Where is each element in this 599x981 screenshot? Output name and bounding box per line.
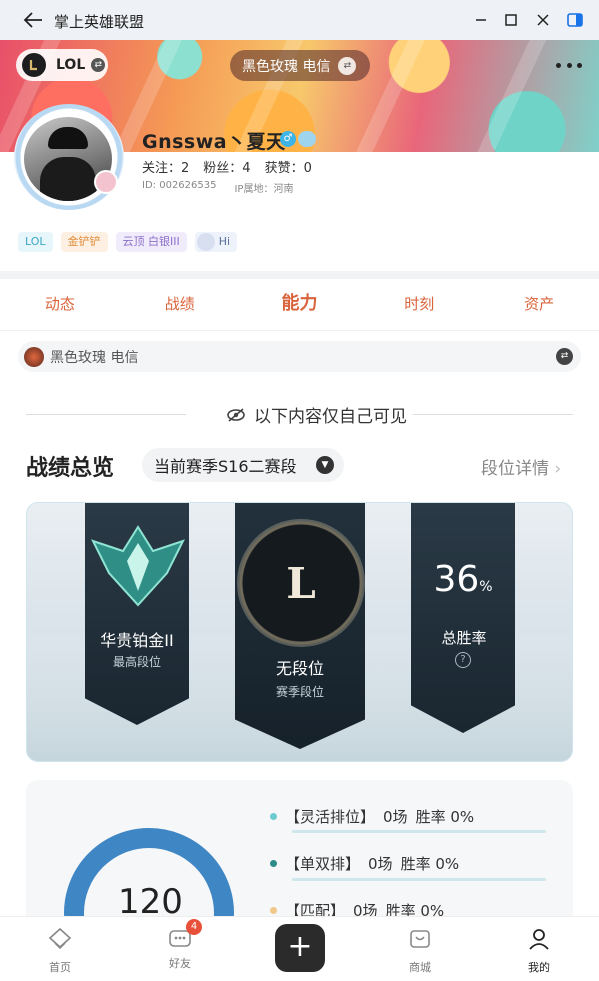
sidebar-toggle-icon[interactable]	[565, 10, 585, 30]
swap-icon: ⇄	[556, 348, 573, 365]
platinum-rank-emblem-icon	[91, 525, 185, 607]
highest-rank-label: 最高段位	[112, 655, 161, 669]
rank-detail-link[interactable]: 段位详情 ›	[481, 454, 561, 479]
highest-rank-name: 华贵铂金II	[100, 631, 174, 650]
winrate-label: 总胜率	[441, 629, 487, 647]
mode-bar	[292, 830, 546, 833]
tab-dynamic[interactable]: 动态	[0, 279, 120, 330]
mode-bar	[292, 878, 546, 881]
likes-count: 获赞：0	[264, 161, 312, 176]
mode-games: 0场	[368, 855, 393, 873]
swap-icon: ⇄	[338, 56, 357, 75]
mode-winrate: 胜率 0%	[415, 808, 475, 826]
season-selector[interactable]: 当前赛季S16二赛段 ▼	[142, 448, 344, 482]
minimize-icon[interactable]	[471, 10, 491, 30]
section-divider	[0, 271, 599, 279]
server-selector-label: 黑色玫瑰 电信	[50, 349, 139, 366]
mode-row-flex: 【灵活排位】 0场 胜率 0%	[270, 806, 474, 827]
season-rank-name: 无段位	[275, 659, 324, 678]
vip-badge-icon	[298, 131, 316, 147]
avatar-badge-icon	[94, 170, 118, 194]
tab-moments[interactable]: 时刻	[359, 279, 479, 330]
winrate-value: 36%	[433, 559, 493, 600]
create-post-button[interactable]: +	[275, 924, 325, 972]
home-icon	[48, 927, 72, 950]
game-label: LOL	[56, 57, 86, 73]
more-options-icon[interactable]	[556, 58, 582, 72]
winrate-banner	[411, 503, 515, 733]
id-value: 002626535	[159, 180, 217, 191]
lol-logo-icon	[22, 53, 46, 77]
season-rank-label: 赛季段位	[275, 685, 324, 699]
nav-shop[interactable]: 商城	[380, 917, 460, 981]
fans-count[interactable]: 粉丝：4	[203, 157, 250, 176]
server-selector[interactable]: 黑色玫瑰 电信 ⇄	[18, 341, 581, 372]
profile-icon	[529, 929, 549, 950]
chat-icon: 4	[166, 919, 202, 953]
nav-home[interactable]: 首页	[20, 917, 100, 981]
season-label: 当前赛季S16二赛段	[154, 457, 297, 476]
privacy-notice: 以下内容仅自己可见	[26, 402, 573, 427]
game-switch-button[interactable]: LOL ⇄	[16, 49, 108, 81]
profile-tags: LOL 金铲铲 云顶 白银III Hi	[18, 232, 238, 252]
mini-avatar	[24, 346, 44, 367]
tab-assets[interactable]: 资产	[479, 279, 599, 330]
maximize-icon[interactable]	[501, 10, 521, 30]
server-label: 黑色玫瑰 电信	[242, 58, 331, 75]
shop-icon	[410, 930, 430, 948]
back-arrow-icon[interactable]	[22, 10, 44, 30]
eye-hidden-icon	[227, 407, 245, 422]
privacy-text: 以下内容仅自己可见	[254, 407, 407, 427]
help-icon[interactable]: ?	[455, 652, 471, 668]
nav-friends[interactable]: 4 好友	[140, 917, 220, 981]
friends-badge: 4	[186, 919, 202, 935]
rank-card: 华贵铂金II 最高段位 L 无段位 赛季段位 36% 总胜率 ?	[26, 502, 573, 762]
mode-name: 【单双排】	[285, 855, 361, 873]
chevron-right-icon: ›	[554, 459, 562, 479]
swap-icon: ⇄	[91, 58, 106, 72]
mode-winrate: 胜率 0%	[400, 855, 460, 873]
follow-count[interactable]: 关注：2	[142, 157, 189, 176]
ip-location: IP属地：河南	[234, 184, 294, 195]
tab-ability[interactable]: 能力	[240, 279, 360, 330]
tag-tft-rank[interactable]: 云顶 白银III	[115, 232, 187, 252]
legend-dot	[270, 860, 277, 867]
tag-tft[interactable]: 金铲铲	[60, 232, 108, 252]
server-switch-button[interactable]: 黑色玫瑰 电信 ⇄	[230, 50, 370, 81]
profile-tabs: 动态 战绩 能力 时刻 资产	[0, 279, 599, 331]
gender-male-icon: ♂	[280, 131, 296, 147]
profile-meta: ID: 002626535 IP属地：河南	[142, 180, 293, 195]
mode-name: 【灵活排位】	[285, 808, 376, 826]
id-label: ID:	[142, 180, 157, 191]
tag-lol[interactable]: LOL	[18, 232, 53, 252]
nav-me[interactable]: 我的	[499, 917, 579, 981]
overview-title: 战绩总览	[26, 456, 115, 481]
tag-hi[interactable]: Hi	[194, 232, 238, 252]
season-rank-medal-icon: L	[237, 519, 365, 647]
close-icon[interactable]	[533, 10, 553, 30]
title-bar: 掌上英雄联盟	[0, 0, 599, 40]
legend-dot	[270, 907, 277, 914]
mode-row-solo: 【单双排】 0场 胜率 0%	[270, 853, 459, 874]
profile-stats: 关注：2 粉丝：4 获赞：0	[142, 157, 312, 176]
username: Gnsswa丶夏天	[142, 131, 286, 153]
legend-dot	[270, 813, 277, 820]
chevron-down-icon: ▼	[316, 456, 334, 474]
tab-record[interactable]: 战绩	[120, 279, 240, 330]
mode-games: 0场	[383, 808, 408, 826]
window-title: 掌上英雄联盟	[54, 13, 145, 31]
